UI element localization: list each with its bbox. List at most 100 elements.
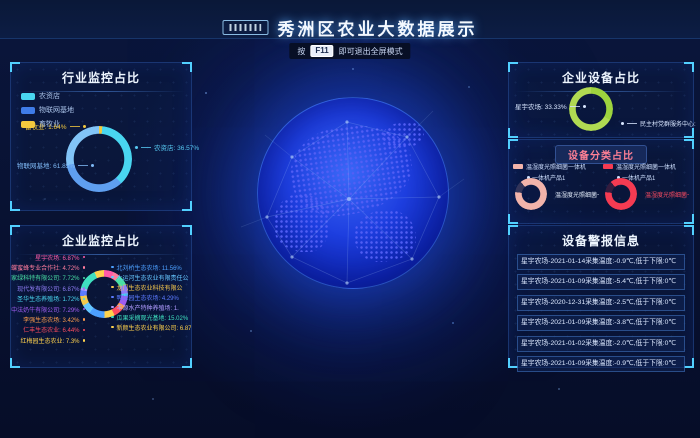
f11-key-badge: F11 xyxy=(310,45,333,57)
chart-callout: 星宇农场: 33.33% xyxy=(515,101,586,111)
leader-dot xyxy=(135,146,138,149)
corner-decoration xyxy=(684,358,694,368)
leader-dot xyxy=(83,318,86,321)
leader-dot xyxy=(83,339,86,342)
title-wrap: 秀洲区农业大数据展示 xyxy=(223,15,478,40)
category-chart-group: 温湿度光照细菌一体机 一体机产品1 温湿度光照细菌一 xyxy=(603,162,689,220)
chart-callout: 温湿度光照细菌一 xyxy=(551,190,599,199)
fullscreen-tip-suffix: 即可退出全屏模式 xyxy=(339,46,403,57)
leader-dot xyxy=(83,287,86,290)
alarm-list: 星宇农场-2021-01-14采集温度:-0.9℃,低于下限:0℃ 星宇农场-2… xyxy=(517,254,685,372)
leader-line xyxy=(570,106,580,107)
corner-decoration xyxy=(508,62,518,72)
corner-decoration xyxy=(508,225,518,235)
panel-title: 企业监控占比 xyxy=(11,232,191,249)
leader-dot xyxy=(91,164,94,167)
legend-item[interactable]: 温湿度光照细菌一体机 xyxy=(603,162,689,171)
panel-title: 设备警报信息 xyxy=(509,232,693,249)
leader-dot xyxy=(111,266,114,269)
chart-callout: 现代发有限公司: 6.87% xyxy=(11,283,85,293)
chart-callout: 温湿度光照细菌一 xyxy=(641,190,689,199)
alarm-row: 星宇农场-2021-01-09采集温度:-0.9℃,低于下限:0℃ xyxy=(517,356,685,372)
leader-dot xyxy=(111,286,114,289)
chart-callout: 龙门生态农业科技有限公 xyxy=(111,282,191,292)
chart-callout: 星宇农场: 6.87% xyxy=(11,252,85,262)
chart-callout: 瓜果采摘观光基地: 15.02% xyxy=(111,312,191,322)
alarm-row: 星宇农场-2020-12-31采集温度:-2.5℃,低于下限:0℃ xyxy=(517,295,685,311)
callout-text: 物联网基地: 61.85% xyxy=(17,160,75,170)
panel-enterprise-device-ratio: 企业设备占比 星宇农场: 33.33% 民主村党群服务中心: xyxy=(508,62,694,138)
alarm-row: 星宇农场-2021-01-09采集温度:-3.8℃,低于下限:0℃ xyxy=(517,315,685,331)
leader-dot xyxy=(111,276,114,279)
leader-dot xyxy=(83,277,86,280)
chart-callout: 大运河生态农业有限责任公 xyxy=(111,272,191,282)
header-bar: 秀洲区农业大数据展示 xyxy=(0,0,700,39)
panel-industry-ratio: 行业监控占比 农资店 物联网基地 畜牧业 畜牧业: 1.64% xyxy=(10,62,192,211)
legend-item[interactable]: 农资店 xyxy=(21,91,74,101)
corner-decoration xyxy=(10,201,20,211)
legend-item[interactable]: 物联网基地 xyxy=(21,105,74,115)
callout-text: 畜牧业: 1.64% xyxy=(25,121,67,131)
chart-callout: 丰源水产特种养殖场: 1. xyxy=(111,302,191,312)
leader-line xyxy=(627,123,637,124)
corner-decoration xyxy=(182,62,192,72)
chart-callout: 圣华生态养殖场: 1.72% xyxy=(11,294,85,304)
leader-dot xyxy=(83,308,86,311)
callout-text: 农资店: 36.57% xyxy=(154,142,199,152)
chart-callout: 畜牧业: 1.64% xyxy=(25,121,86,131)
leader-line xyxy=(141,147,151,148)
corner-decoration xyxy=(10,358,20,368)
leader-dot xyxy=(83,125,86,128)
panel-title: 企业设备占比 xyxy=(509,69,693,86)
chart-callout: 中法奶牛有限公司: 7.29% xyxy=(11,304,85,314)
corner-decoration xyxy=(684,225,694,235)
legend-swatch xyxy=(513,164,523,169)
corner-decoration xyxy=(684,139,694,149)
leader-dot xyxy=(111,306,114,309)
panel-device-category-ratio: 设备分类占比 温湿度光照细菌一体机 一体机产品1 温湿度光照细菌一 温湿度光照细… xyxy=(508,139,694,224)
leader-dot xyxy=(83,256,86,259)
globe-network-mesh xyxy=(237,77,467,307)
fullscreen-tip: 按 F11 即可退出全屏模式 xyxy=(289,43,410,59)
leader-line xyxy=(70,126,80,127)
panel-title: 行业监控占比 xyxy=(11,69,191,86)
chart-callout: 鸭绿园生态农场: 4.29% xyxy=(111,292,191,302)
leader-dot xyxy=(83,298,86,301)
alarm-row: 星宇农场-2021-01-14采集温度:-0.9℃,低于下限:0℃ xyxy=(517,254,685,270)
leader-dot xyxy=(83,329,86,332)
leader-dot xyxy=(111,326,114,329)
legend-label: 温湿度光照细菌一体机 xyxy=(526,162,586,171)
globe-visualization xyxy=(237,77,467,307)
chart-callout: 李强生态农场: 3.42% xyxy=(11,314,85,324)
alarm-row: 星宇农场-2021-01-09采集温度:-5.4℃,低于下限:0℃ xyxy=(517,274,685,290)
chart-callout: 红梅园生态农业: 7.3% xyxy=(11,335,85,345)
corner-decoration xyxy=(684,128,694,138)
industry-donut-chart[interactable] xyxy=(66,126,132,192)
corner-decoration xyxy=(10,225,20,235)
chart-callout: 物联网基地: 61.85% xyxy=(17,160,94,170)
corner-decoration xyxy=(508,128,518,138)
legend-label: 物联网基地 xyxy=(39,105,74,115)
chart-callout: 北刘桥生态农场: 11.56% xyxy=(111,262,191,272)
legend-swatch xyxy=(21,93,35,100)
brand-logo-icon xyxy=(223,20,269,35)
corner-decoration xyxy=(182,201,192,211)
chart-callout: 仁丰生态农业: 6.44% xyxy=(11,325,85,335)
panel-device-alarms: 设备警报信息 星宇农场-2021-01-14采集温度:-0.9℃,低于下限:0℃… xyxy=(508,225,694,368)
chart-callout: 民主村党群服务中心: xyxy=(621,119,696,128)
dashboard-stage: 秀洲区农业大数据展示 按 F11 即可退出全屏模式 行业监控占比 农资店 物联网… xyxy=(0,0,700,438)
monitor-labels-right: 北刘桥生态农场: 11.56% 大运河生态农业有限责任公 龙门生态农业科技有限公… xyxy=(111,262,191,332)
category-donut-chart[interactable] xyxy=(515,178,547,210)
legend-swatch xyxy=(603,164,613,169)
category-donut-chart[interactable] xyxy=(605,178,637,210)
legend-swatch xyxy=(21,107,35,114)
leader-dot xyxy=(621,122,624,125)
chart-callout: 农资店: 36.57% xyxy=(135,142,199,152)
legend-label: 农资店 xyxy=(39,91,60,101)
legend-item[interactable]: 温湿度光照细菌一体机 xyxy=(513,162,599,171)
leader-dot xyxy=(583,105,586,108)
corner-decoration xyxy=(10,62,20,72)
corner-decoration xyxy=(182,225,192,235)
page-title: 秀洲区农业大数据展示 xyxy=(278,15,478,40)
leader-dot xyxy=(111,296,114,299)
